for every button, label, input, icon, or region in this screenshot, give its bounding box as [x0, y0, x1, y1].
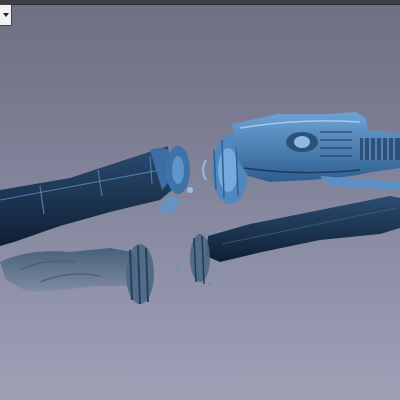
wheel-reflection-left: [126, 244, 154, 305]
front-bumper-scan: [232, 112, 400, 190]
top-toolbar: [0, 0, 400, 5]
underbody-shadow-scan: [206, 196, 400, 262]
view-menu-button[interactable]: [0, 4, 12, 26]
chevron-down-icon: [2, 13, 9, 17]
side-panel-scan: [0, 146, 172, 246]
3d-viewport[interactable]: [0, 0, 400, 400]
wheel-reflection-right: [190, 234, 210, 285]
app-window: [0, 0, 400, 400]
reflection-scan: [0, 248, 142, 292]
point-cloud-scene[interactable]: [0, 0, 400, 400]
